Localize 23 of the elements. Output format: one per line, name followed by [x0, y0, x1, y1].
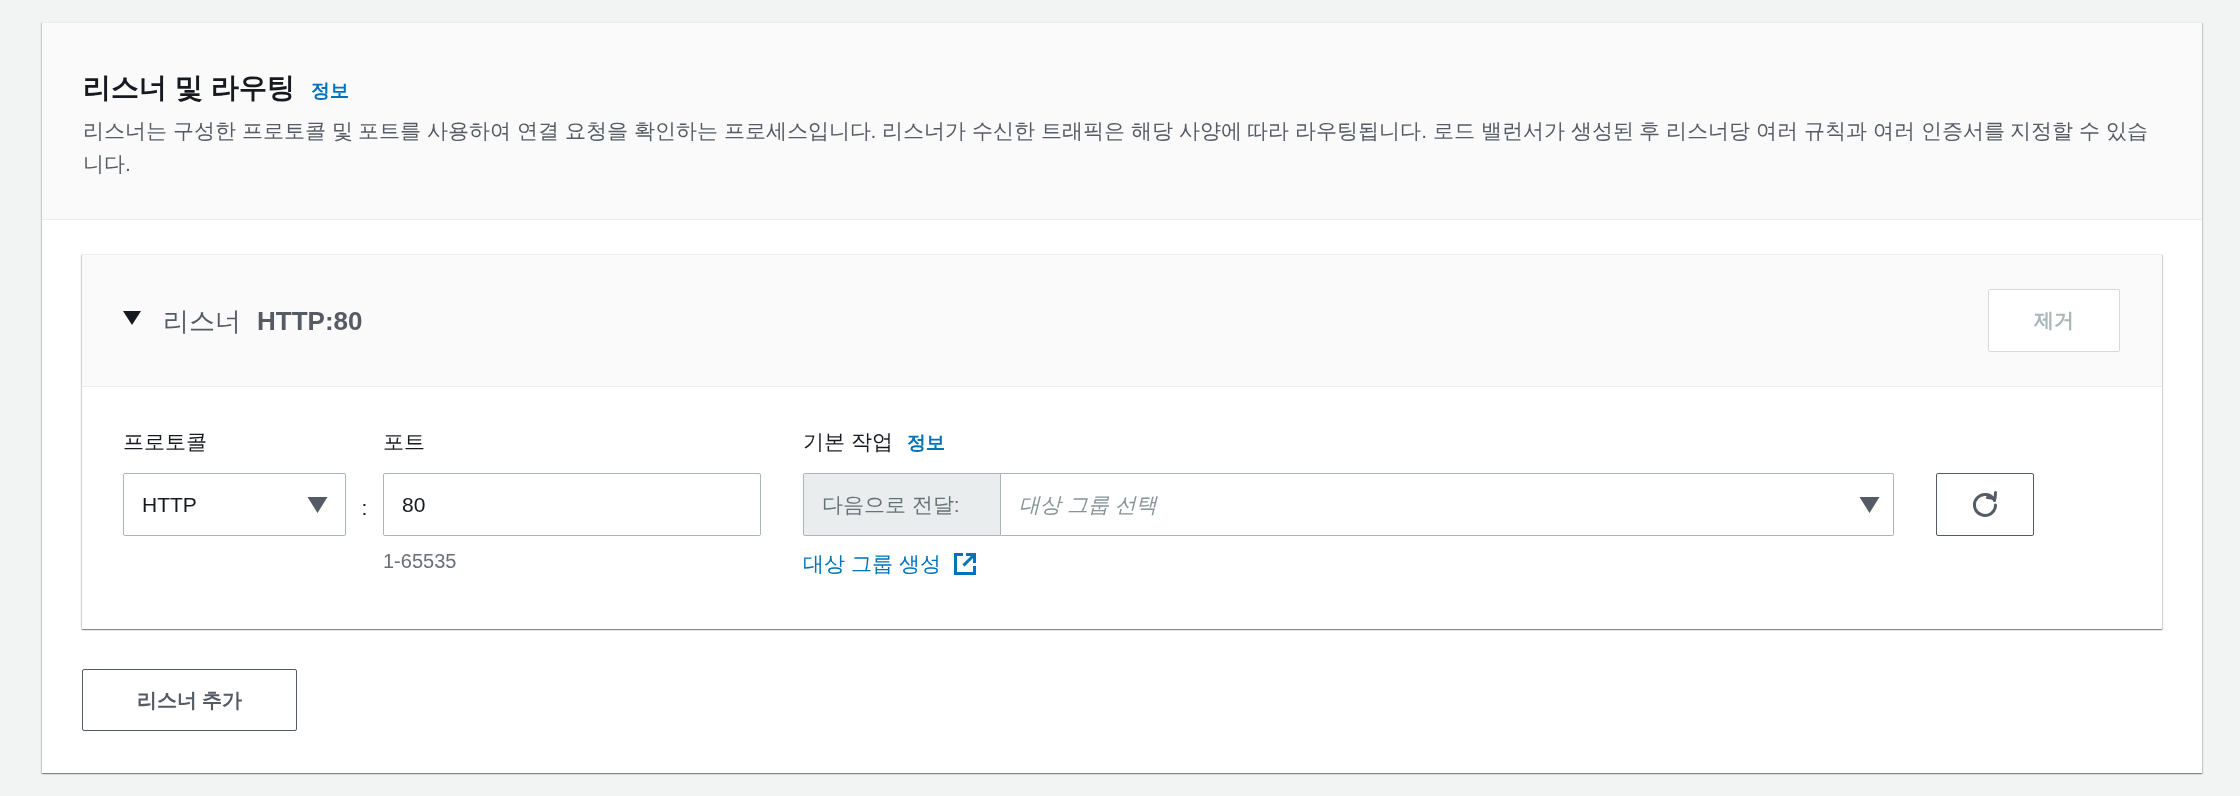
- listener-label: 리스너: [163, 304, 241, 338]
- target-group-select[interactable]: 대상 그룹 선택: [1001, 473, 1894, 536]
- create-target-group-link[interactable]: 대상 그룹 생성: [803, 550, 977, 578]
- refresh-button[interactable]: [1936, 473, 2034, 536]
- add-listener-button[interactable]: 리스너 추가: [82, 669, 297, 731]
- listener-name: HTTP:80: [257, 304, 363, 338]
- separator-colon: :: [361, 494, 368, 521]
- refresh-icon: [1971, 490, 1999, 519]
- default-action-label: 기본 작업: [803, 429, 893, 455]
- caret-down-icon: [307, 496, 328, 513]
- info-link[interactable]: 정보: [310, 77, 349, 105]
- protocol-label: 프로토콜: [123, 429, 207, 455]
- info-link[interactable]: 정보: [906, 429, 945, 457]
- port-label: 포트: [383, 429, 425, 455]
- section-description: 리스너는 구성한 프로토콜 및 포트를 사용하여 연결 요청을 확인하는 프로세스입니다. 리스너가 수신한 트래픽은 해당 사양에 따라 라우팅됩니다. 로드 밸런서가 생성된 후 리스너당 여러 규칙과 여러 인증서를 지정할 수 있습니다.: [83, 118, 2150, 177]
- port-hint: 1-65535: [383, 549, 457, 574]
- section-title: 리스너 및 라우팅: [83, 71, 295, 105]
- protocol-select[interactable]: HTTP: [123, 473, 346, 536]
- port-field[interactable]: 80: [383, 473, 761, 536]
- caret-down-icon[interactable]: [123, 310, 141, 325]
- field-prefix: 다음으로 전달:: [803, 473, 1001, 536]
- external-link-icon: [952, 552, 977, 576]
- caret-down-icon: [1859, 497, 1880, 513]
